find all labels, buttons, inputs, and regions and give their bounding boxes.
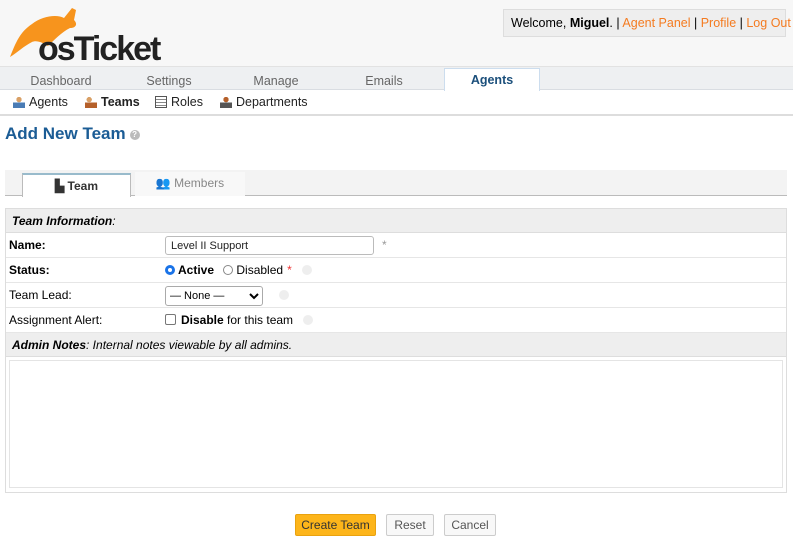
alert-text: for this team [223,313,294,327]
subnav-label: Departments [236,95,308,109]
subnav-roles[interactable]: Roles [155,95,203,109]
tab-label: Team [67,179,99,193]
section-suffix: : [112,214,116,228]
subnav-label: Roles [171,95,203,109]
header: osTicket Welcome, Miguel. | Agent Panel … [0,0,793,66]
active-label: Active [178,263,215,277]
admin-notes-editor[interactable] [9,360,783,488]
cancel-button[interactable]: Cancel [444,514,496,536]
subnav-label: Agents [29,95,68,109]
tab-label: Members [174,176,225,190]
user-box: Welcome, Miguel. | Agent Panel | Profile… [503,9,791,37]
subnav-agents[interactable]: Agents [13,95,68,109]
team-form: Team Information: Name: * Status: Active… [5,208,787,493]
help-icon[interactable] [301,265,312,275]
tab-emails[interactable]: Emails [335,70,433,92]
file-icon: ▙ [54,179,68,193]
section-title: Team Information [12,214,113,228]
sub-nav: Agents Teams Roles Departments [0,90,793,116]
team-lead-select[interactable]: — None — [165,285,263,306]
separator: | [690,16,701,30]
tab-agents[interactable]: Agents [444,68,540,91]
section-title: Admin Notes [12,338,87,352]
help-icon[interactable] [303,315,314,325]
form-tabs: ▙ Team 👥 Members [5,170,787,197]
separator: | [736,16,747,30]
subnav-teams[interactable]: Teams [85,95,140,109]
name-label: Name: [9,238,46,252]
tab-members[interactable]: 👥 Members [135,172,245,196]
logout-link[interactable]: Log Out [746,16,790,30]
create-team-button[interactable]: Create Team [295,514,376,536]
row-assignment-alert: Assignment Alert: Disable for this team [6,308,786,333]
section-desc: : Internal notes viewable by all admins. [86,338,293,352]
required-marker: * [382,238,387,252]
tab-settings[interactable]: Settings [120,70,218,92]
department-icon [220,96,232,108]
help-icon[interactable]: ? [129,130,140,140]
page-title: Add New Team? [5,124,140,144]
disabled-label: Disabled [236,263,284,277]
row-status: Status: Active Disabled * [6,258,786,283]
welcome-text: Welcome, [511,16,570,30]
name-input[interactable] [165,236,374,256]
disable-alert-checkbox[interactable] [165,314,176,325]
subnav-departments[interactable]: Departments [220,95,308,109]
tab-dashboard[interactable]: Dashboard [12,70,110,92]
alert-bold: Disable [181,313,224,327]
row-team-lead: Team Lead: — None — [6,283,786,308]
osticket-logo[interactable]: osTicket [2,2,172,62]
section-admin-notes: Admin Notes: Internal notes viewable by … [6,333,786,357]
page-title-text: Add New Team [5,124,126,143]
reset-button[interactable]: Reset [386,514,434,536]
profile-link[interactable]: Profile [701,16,736,30]
row-name: Name: * [6,233,786,258]
users-icon [85,96,97,108]
tab-manage[interactable]: Manage [227,70,325,92]
username: Miguel [569,16,610,30]
disabled-radio[interactable] [223,265,234,275]
subnav-label: Teams [101,95,140,109]
team-lead-label: Team Lead: [9,288,72,302]
separator: . | [609,16,623,30]
logo-text: osTicket [38,30,161,62]
status-label: Status: [9,263,50,277]
tab-team[interactable]: ▙ Team [22,173,131,197]
list-icon [155,96,167,108]
section-team-information: Team Information: [6,209,786,233]
users-icon: 👥 [155,176,175,190]
active-radio[interactable] [165,265,175,275]
assignment-alert-label: Assignment Alert: [9,313,103,327]
agent-panel-link[interactable]: Agent Panel [622,16,690,30]
required-marker: * [287,263,292,277]
main-nav: Dashboard Settings Manage Emails Agents [0,66,793,92]
help-icon[interactable] [279,290,289,300]
user-icon [13,96,25,108]
